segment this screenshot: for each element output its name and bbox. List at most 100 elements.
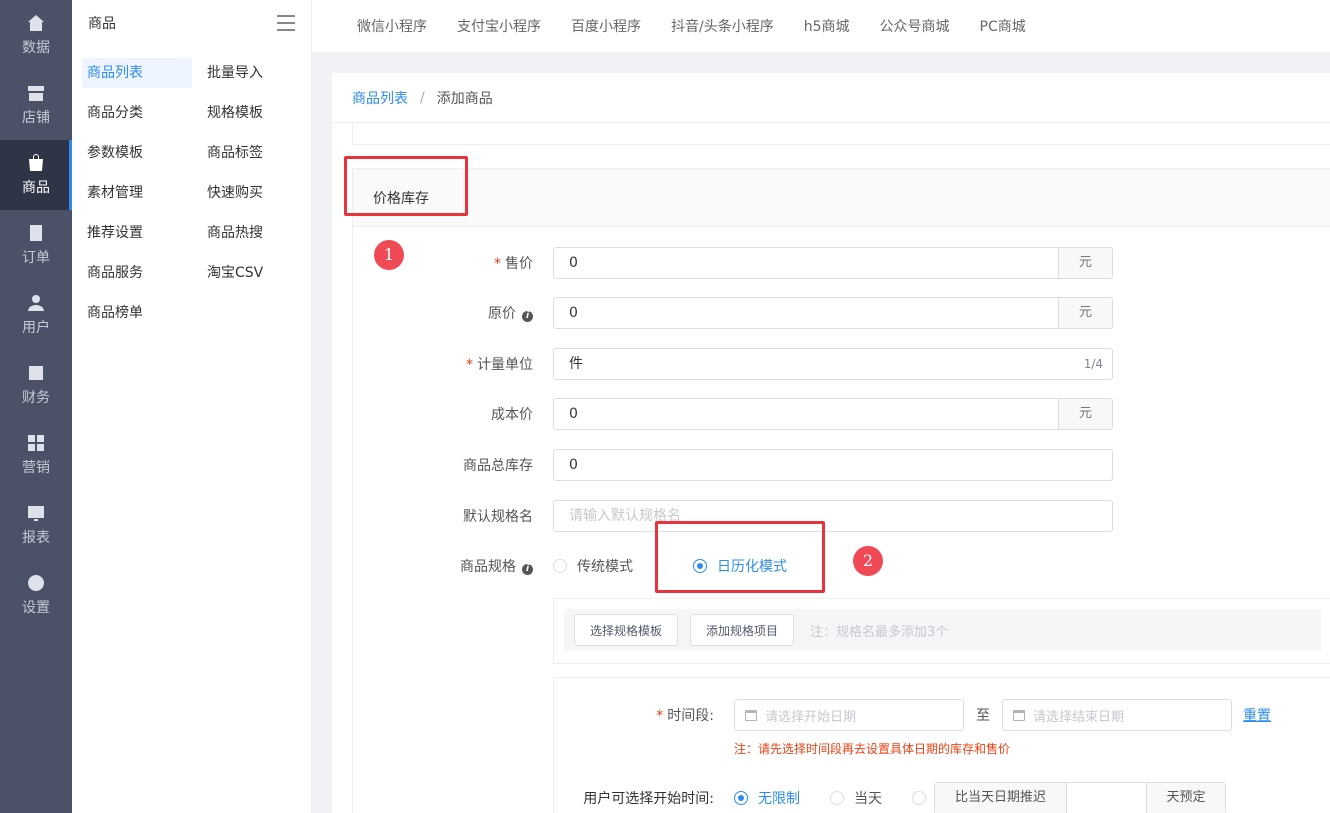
rail-label: 店铺 <box>22 110 50 126</box>
submenu-item-spec-template[interactable]: 规格模板 <box>202 98 312 128</box>
form-row-start-time: 用户可选择开始时间: 无限制 当天 比当天日期推迟 天预定 <box>554 782 1226 813</box>
stock-input[interactable]: 0 <box>553 449 1113 481</box>
tab-douyin[interactable]: 抖音/头条小程序 <box>671 16 774 36</box>
orig-price-input[interactable]: 0 元 <box>553 297 1113 329</box>
rail-label: 营销 <box>22 460 50 476</box>
radio-dot <box>734 791 748 805</box>
rail-item-finance[interactable]: 财务 <box>0 350 72 420</box>
rail-item-marketing[interactable]: 营销 <box>0 420 72 490</box>
spec-name-input[interactable]: 请输入默认规格名 <box>553 500 1113 532</box>
tab-baidu[interactable]: 百度小程序 <box>571 16 641 36</box>
required-mark: * <box>494 256 501 272</box>
radio-dot <box>830 791 844 805</box>
stock-label-text: 商品总库存 <box>463 458 533 474</box>
price-value: 0 <box>569 255 578 271</box>
end-date-picker[interactable]: 请选择结束日期 <box>1002 699 1232 731</box>
submenu-title: 商品 <box>88 16 116 32</box>
radio-delay[interactable] <box>912 791 934 805</box>
start-date-picker[interactable]: 请选择开始日期 <box>734 699 964 731</box>
stock-value: 0 <box>569 457 578 473</box>
choose-spec-template-button[interactable]: 选择规格模板 <box>574 614 679 646</box>
price-unit-suffix: 元 <box>1058 248 1112 278</box>
radio-unlimited-label: 无限制 <box>758 791 800 807</box>
submenu-item-category[interactable]: 商品分类 <box>82 98 192 128</box>
unit-value: 件 <box>569 356 583 372</box>
price-label-text: 售价 <box>505 256 533 272</box>
goods-submenu: 商品 商品列表 批量导入 商品分类 规格模板 参数模板 商品标签 素材管理 快速… <box>72 0 312 813</box>
stock-label: 商品总库存 <box>353 455 553 475</box>
cost-label-text: 成本价 <box>491 407 533 423</box>
required-mark: * <box>656 708 664 724</box>
info-icon[interactable]: i <box>522 564 533 575</box>
end-date-placeholder: 请选择结束日期 <box>1033 709 1125 725</box>
period-label: * 时间段: <box>554 705 734 725</box>
radio-today-label: 当天 <box>854 791 882 807</box>
previous-section-card <box>352 123 1330 145</box>
tab-wechat[interactable]: 微信小程序 <box>357 16 427 36</box>
submenu-item-tags[interactable]: 商品标签 <box>202 138 312 168</box>
unit-input[interactable]: 件 1/4 <box>553 348 1113 380</box>
collapse-menu-icon[interactable] <box>277 15 295 31</box>
tab-alipay[interactable]: 支付宝小程序 <box>457 16 541 36</box>
rail-label: 商品 <box>22 180 50 196</box>
reset-link[interactable]: 重置 <box>1243 705 1271 725</box>
main-nav-rail: 数据 店铺 商品 订单 用户 财务 营销 报表 设置 <box>0 0 72 813</box>
submenu-item-goods-list[interactable]: 商品列表 <box>82 58 192 88</box>
section-title: 价格库存 <box>353 169 1330 227</box>
cost-input[interactable]: 0 元 <box>553 398 1113 430</box>
rail-label: 财务 <box>22 390 50 406</box>
unit-char-count: 1/4 <box>1083 357 1103 371</box>
delay-days-input[interactable] <box>1067 783 1147 813</box>
submenu-item-quick-buy[interactable]: 快速购买 <box>202 178 312 208</box>
report-icon <box>26 503 46 523</box>
spec-tip: 注：规格名最多添加3个 <box>810 624 949 640</box>
submenu-item-hot-search[interactable]: 商品热搜 <box>202 218 312 248</box>
store-icon <box>26 83 46 103</box>
radio-traditional-mode[interactable]: 传统模式 <box>553 556 633 576</box>
spec-name-label: 默认规格名 <box>353 506 553 526</box>
submenu-item-service[interactable]: 商品服务 <box>82 258 192 288</box>
price-input[interactable]: 0 元 <box>553 247 1113 279</box>
info-icon[interactable]: i <box>522 311 533 322</box>
submenu-item-taobao-csv[interactable]: 淘宝CSV <box>202 258 312 288</box>
add-spec-item-button[interactable]: 添加规格项目 <box>690 614 795 646</box>
tab-h5[interactable]: h5商城 <box>804 16 850 36</box>
rail-item-user[interactable]: 用户 <box>0 280 72 350</box>
spec-config-box: 选择规格模板 添加规格项目 注：规格名最多添加3个 <box>553 598 1330 664</box>
annotation-box-calendar-mode <box>655 521 825 593</box>
submenu-item-param-template[interactable]: 参数模板 <box>82 138 192 168</box>
cost-label: 成本价 <box>353 404 553 424</box>
submenu-item-recommend[interactable]: 推荐设置 <box>82 218 192 248</box>
unit-label: * 计量单位 <box>353 354 553 374</box>
orig-price-label-text: 原价 <box>488 306 516 322</box>
main-content: 商品列表 / 添加商品 价格库存 * 售价 0 元 原价 i 0 元 * 计量单位 件… <box>332 73 1330 813</box>
submenu-item-materials[interactable]: 素材管理 <box>82 178 192 208</box>
rail-item-data[interactable]: 数据 <box>0 0 72 70</box>
rail-item-store[interactable]: 店铺 <box>0 70 72 140</box>
breadcrumb-link-goods-list[interactable]: 商品列表 <box>352 88 408 108</box>
spec-label-text: 商品规格 <box>460 559 516 575</box>
home-icon <box>26 13 46 33</box>
breadcrumb-separator: / <box>420 89 425 106</box>
radio-unlimited[interactable]: 无限制 <box>734 788 800 808</box>
submenu-items: 商品列表 批量导入 商品分类 规格模板 参数模板 商品标签 素材管理 快速购买 … <box>72 46 311 328</box>
radio-today[interactable]: 当天 <box>830 788 882 808</box>
submenu-item-ranking[interactable]: 商品榜单 <box>82 298 192 328</box>
rail-item-settings[interactable]: 设置 <box>0 560 72 630</box>
rail-label: 数据 <box>22 40 50 56</box>
tab-pc[interactable]: PC商城 <box>980 16 1026 36</box>
submenu-item-batch-import[interactable]: 批量导入 <box>202 58 312 88</box>
rail-item-goods[interactable]: 商品 <box>0 140 72 210</box>
tab-official-account[interactable]: 公众号商城 <box>880 16 950 36</box>
form-row-unit: * 计量单位 件 1/4 <box>353 348 1113 380</box>
rail-item-order[interactable]: 订单 <box>0 210 72 280</box>
rail-item-report[interactable]: 报表 <box>0 490 72 560</box>
orig-price-label: 原价 i <box>353 303 553 323</box>
delay-suffix: 天预定 <box>1147 783 1225 813</box>
order-icon <box>26 223 46 243</box>
rail-label: 报表 <box>22 530 50 546</box>
form-row-cost: 成本价 0 元 <box>353 398 1113 430</box>
annotation-box-section-title <box>344 156 468 216</box>
calendar-icon <box>745 709 757 721</box>
calendar-config-box: * 时间段: 请选择开始日期 至 请选择结束日期 重置 注：请先选择时间段再去设置… <box>553 677 1330 813</box>
